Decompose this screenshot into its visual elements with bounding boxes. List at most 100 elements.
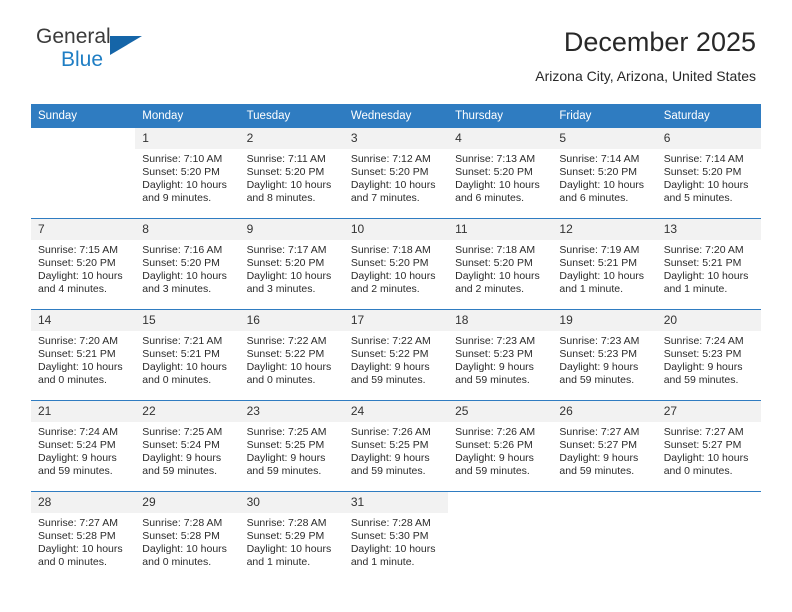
day-cell[interactable]: 5 Sunrise: 7:14 AM Sunset: 5:20 PM Daylight… [552, 128, 657, 219]
sunset-text: Sunset: 5:23 PM [559, 348, 638, 360]
day-cell[interactable]: 7 Sunrise: 7:15 AM Sunset: 5:20 PM Daylight… [31, 218, 136, 310]
daylight-text-line1: Daylight: 9 hours [663, 361, 743, 373]
daylight-text-line2: and 59 minutes. [38, 465, 113, 477]
day-number: 27 [656, 401, 761, 422]
daylight-text-line1: Daylight: 10 hours [142, 270, 227, 282]
day-sun-info: Sunrise: 7:27 AM Sunset: 5:27 PM Daylight:… [552, 422, 656, 478]
day-number: 3 [343, 128, 449, 149]
day-cell[interactable]: 31 Sunrise: 7:28 AM Sunset: 5:30 PM Dayligh… [343, 491, 449, 582]
day-cell[interactable]: 13 Sunrise: 7:20 AM Sunset: 5:21 PM Dayligh… [656, 218, 761, 310]
day-sun-info: Sunrise: 7:27 AM Sunset: 5:28 PM Daylight:… [31, 513, 135, 569]
day-cell[interactable]: 29 Sunrise: 7:28 AM Sunset: 5:28 PM Dayligh… [135, 491, 240, 582]
day-sun-info: Sunrise: 7:18 AM Sunset: 5:20 PM Daylight:… [448, 240, 552, 296]
day-cell[interactable]: 16 Sunrise: 7:22 AM Sunset: 5:22 PM Dayligh… [239, 309, 344, 401]
sunset-text: Sunset: 5:24 PM [38, 439, 116, 451]
sunrise-text: Sunrise: 7:24 AM [38, 426, 118, 438]
day-number: 13 [656, 219, 761, 240]
sunset-text: Sunset: 5:20 PM [350, 166, 429, 178]
daylight-text-line2: and 59 minutes. [455, 465, 530, 477]
day-cell[interactable]: 11 Sunrise: 7:18 AM Sunset: 5:20 PM Dayligh… [448, 218, 553, 310]
sunset-text: Sunset: 5:20 PM [350, 257, 429, 269]
sunset-text: Sunset: 5:28 PM [142, 530, 220, 542]
sunrise-text: Sunrise: 7:23 AM [455, 335, 536, 347]
daylight-text-line2: and 59 minutes. [559, 465, 635, 477]
daylight-text-line1: Daylight: 9 hours [350, 452, 430, 464]
day-number: 28 [31, 492, 136, 513]
day-cell-inner: 26 Sunrise: 7:27 AM Sunset: 5:27 PM Dayligh… [552, 401, 657, 491]
day-sun-info: Sunrise: 7:24 AM Sunset: 5:24 PM Daylight:… [31, 422, 135, 478]
day-number: 29 [135, 492, 240, 513]
day-cell[interactable]: 21 Sunrise: 7:24 AM Sunset: 5:24 PM Dayligh… [31, 400, 136, 492]
day-cell[interactable]: 10 Sunrise: 7:18 AM Sunset: 5:20 PM Dayligh… [343, 218, 449, 310]
sunrise-text: Sunrise: 7:28 AM [142, 517, 223, 529]
day-cell[interactable]: 12 Sunrise: 7:19 AM Sunset: 5:21 PM Dayligh… [552, 218, 657, 310]
day-cell[interactable]: 3 Sunrise: 7:12 AM Sunset: 5:20 PM Daylight… [343, 128, 449, 219]
day-cell[interactable]: 2 Sunrise: 7:11 AM Sunset: 5:20 PM Daylight… [239, 128, 344, 219]
day-cell[interactable]: 30 Sunrise: 7:28 AM Sunset: 5:29 PM Dayligh… [239, 491, 344, 582]
day-cell[interactable]: 6 Sunrise: 7:14 AM Sunset: 5:20 PM Daylight… [656, 128, 761, 219]
day-number: 23 [239, 401, 344, 422]
sunrise-text: Sunrise: 7:27 AM [559, 426, 640, 438]
day-cell[interactable]: 4 Sunrise: 7:13 AM Sunset: 5:20 PM Daylight… [448, 128, 553, 219]
sunrise-text: Sunrise: 7:23 AM [559, 335, 640, 347]
day-sun-info: Sunrise: 7:25 AM Sunset: 5:24 PM Daylight:… [135, 422, 239, 478]
day-cell[interactable]: 22 Sunrise: 7:25 AM Sunset: 5:24 PM Dayligh… [135, 400, 240, 492]
day-cell[interactable]: 15 Sunrise: 7:21 AM Sunset: 5:21 PM Dayligh… [135, 309, 240, 401]
daylight-text-line1: Daylight: 10 hours [455, 179, 540, 191]
sunrise-text: Sunrise: 7:18 AM [350, 244, 431, 256]
day-cell[interactable]: 27 Sunrise: 7:27 AM Sunset: 5:27 PM Dayligh… [656, 400, 761, 492]
day-number: 17 [343, 310, 449, 331]
daylight-text-line1: Daylight: 10 hours [142, 361, 227, 373]
sunset-text: Sunset: 5:20 PM [663, 166, 742, 178]
day-cell[interactable]: 20 Sunrise: 7:24 AM Sunset: 5:23 PM Dayligh… [656, 309, 761, 401]
daylight-text-line2: and 1 minute. [350, 556, 415, 568]
day-cell[interactable]: 1 Sunrise: 7:10 AM Sunset: 5:20 PM Daylight… [135, 128, 240, 219]
day-cell[interactable]: 25 Sunrise: 7:26 AM Sunset: 5:26 PM Dayligh… [448, 400, 553, 492]
sunset-text: Sunset: 5:29 PM [246, 530, 325, 542]
daylight-text-line2: and 59 minutes. [246, 465, 322, 477]
daylight-text-line1: Daylight: 10 hours [38, 543, 123, 555]
weekday-header-wednesday: Wednesday [343, 104, 449, 128]
day-cell[interactable]: 14 Sunrise: 7:20 AM Sunset: 5:21 PM Dayligh… [31, 309, 136, 401]
day-number: 14 [31, 310, 136, 331]
day-cell-inner: 13 Sunrise: 7:20 AM Sunset: 5:21 PM Dayligh… [656, 219, 761, 309]
day-cell-inner: 6 Sunrise: 7:14 AM Sunset: 5:20 PM Daylight… [656, 128, 761, 218]
sunrise-text: Sunrise: 7:27 AM [38, 517, 118, 529]
sunrise-text: Sunrise: 7:27 AM [663, 426, 744, 438]
sunset-text: Sunset: 5:21 PM [663, 257, 742, 269]
day-sun-info: Sunrise: 7:20 AM Sunset: 5:21 PM Daylight:… [31, 331, 135, 387]
day-cell-inner: 5 Sunrise: 7:14 AM Sunset: 5:20 PM Daylight… [552, 128, 657, 218]
day-sun-info: Sunrise: 7:28 AM Sunset: 5:29 PM Daylight:… [240, 513, 344, 569]
day-cell[interactable]: 23 Sunrise: 7:25 AM Sunset: 5:25 PM Dayligh… [239, 400, 344, 492]
day-cell[interactable]: 26 Sunrise: 7:27 AM Sunset: 5:27 PM Dayligh… [552, 400, 657, 492]
sunrise-text: Sunrise: 7:15 AM [38, 244, 118, 256]
day-number: 1 [135, 128, 240, 149]
day-cell[interactable]: 24 Sunrise: 7:26 AM Sunset: 5:25 PM Dayligh… [343, 400, 449, 492]
day-number: 8 [135, 219, 240, 240]
day-number [448, 492, 553, 513]
day-cell[interactable]: 18 Sunrise: 7:23 AM Sunset: 5:23 PM Dayligh… [448, 309, 553, 401]
daylight-text-line1: Daylight: 10 hours [350, 179, 436, 191]
sunrise-text: Sunrise: 7:24 AM [663, 335, 744, 347]
day-sun-info: Sunrise: 7:23 AM Sunset: 5:23 PM Daylight:… [552, 331, 656, 387]
day-cell[interactable]: 28 Sunrise: 7:27 AM Sunset: 5:28 PM Dayligh… [31, 491, 136, 582]
calendar-week-row: 28 Sunrise: 7:27 AM Sunset: 5:28 PM Dayligh… [31, 491, 761, 582]
daylight-text-line2: and 5 minutes. [663, 192, 733, 204]
day-cell[interactable]: 17 Sunrise: 7:22 AM Sunset: 5:22 PM Dayligh… [343, 309, 449, 401]
day-cell[interactable]: 8 Sunrise: 7:16 AM Sunset: 5:20 PM Daylight… [135, 218, 240, 310]
day-sun-info: Sunrise: 7:26 AM Sunset: 5:26 PM Daylight:… [448, 422, 552, 478]
day-cell-inner: 25 Sunrise: 7:26 AM Sunset: 5:26 PM Dayligh… [448, 401, 553, 491]
sunrise-text: Sunrise: 7:25 AM [246, 426, 327, 438]
sunrise-text: Sunrise: 7:28 AM [246, 517, 327, 529]
daylight-text-line1: Daylight: 10 hours [663, 270, 749, 282]
daylight-text-line1: Daylight: 9 hours [38, 452, 117, 464]
daylight-text-line2: and 3 minutes. [142, 283, 212, 295]
day-cell[interactable]: 19 Sunrise: 7:23 AM Sunset: 5:23 PM Dayligh… [552, 309, 657, 401]
day-cell[interactable]: 9 Sunrise: 7:17 AM Sunset: 5:20 PM Daylight… [239, 218, 344, 310]
daylight-text-line1: Daylight: 10 hours [559, 270, 645, 282]
daylight-text-line2: and 2 minutes. [350, 283, 420, 295]
page-header: General Blue December 2025 Arizona City,… [0, 0, 792, 85]
day-sun-info: Sunrise: 7:13 AM Sunset: 5:20 PM Daylight:… [448, 149, 552, 205]
day-sun-info: Sunrise: 7:17 AM Sunset: 5:20 PM Daylight:… [240, 240, 344, 296]
day-cell-inner: 12 Sunrise: 7:19 AM Sunset: 5:21 PM Dayligh… [552, 219, 657, 309]
